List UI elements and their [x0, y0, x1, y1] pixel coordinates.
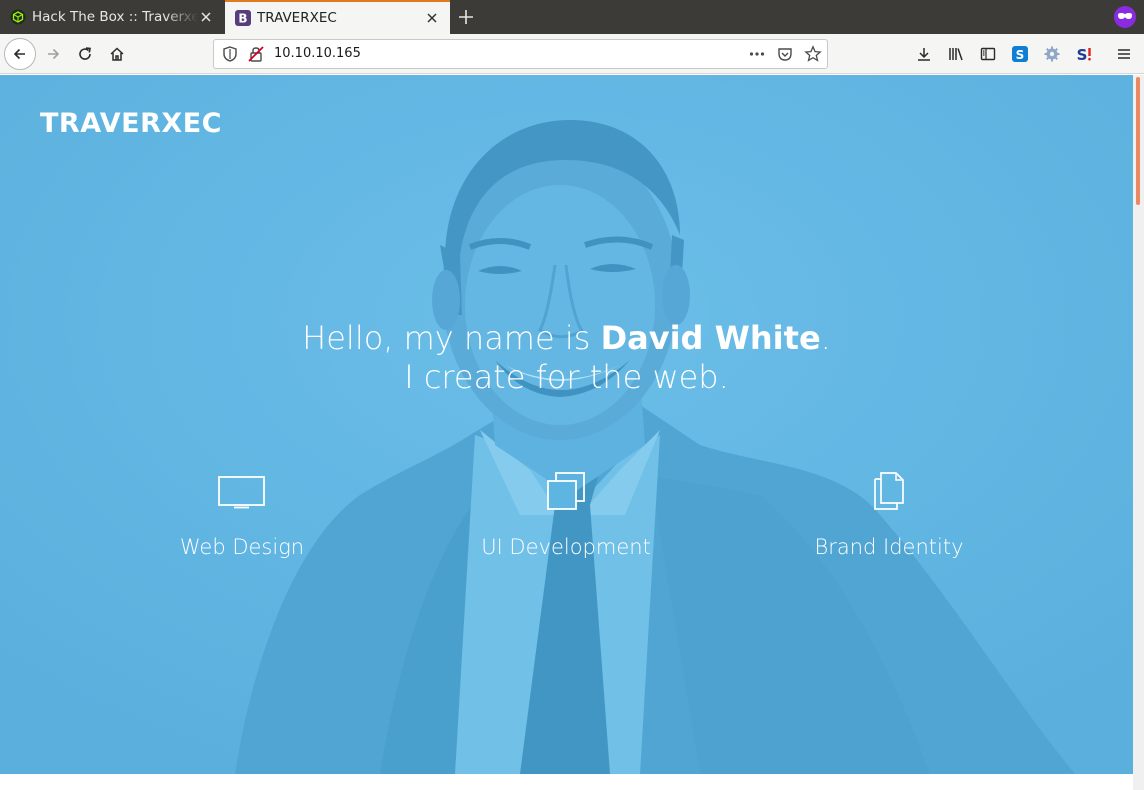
hero-section: TRAVERXEC Hello, my name is David White.… [0, 75, 1133, 774]
scrollbar-thumb[interactable] [1136, 77, 1140, 205]
svg-text:S: S [1016, 48, 1025, 62]
greeting-prefix: Hello, my name is [302, 319, 601, 357]
private-browsing-icon [1114, 6, 1136, 28]
close-icon[interactable] [424, 10, 440, 26]
tagline: I create for the web. [404, 358, 729, 396]
bootstrap-b-icon: B [235, 10, 251, 26]
home-icon [110, 47, 124, 61]
hero-portrait-image [0, 75, 1133, 774]
new-tab-icon[interactable] [456, 7, 476, 27]
tab-title: Hack The Box :: Traverxec [32, 9, 198, 25]
back-button[interactable] [4, 38, 36, 70]
site-brand-logo[interactable]: TRAVERXEC [40, 108, 222, 139]
reload-icon [79, 47, 91, 60]
address-bar[interactable]: 10.10.10.165 [213, 39, 828, 69]
service-ui-development: UI Development [436, 471, 696, 559]
library-icon [949, 48, 963, 61]
extension-s-button[interactable]: S [1070, 40, 1098, 68]
sidebar-button[interactable] [974, 40, 1002, 68]
forward-button[interactable] [39, 40, 67, 68]
skype-icon: S [1012, 46, 1028, 62]
svg-text:S: S [1077, 46, 1088, 63]
htb-cube-icon [10, 9, 26, 25]
layers-icon [547, 472, 585, 510]
forward-arrow-icon [48, 48, 60, 60]
hero-headline: Hello, my name is David White. I create … [0, 319, 1133, 397]
close-icon[interactable] [198, 9, 214, 25]
tab-hackthebox[interactable]: Hack The Box :: Traverxec [0, 0, 224, 34]
tab-strip: Hack The Box :: Traverxec B TRAVERXEC [0, 0, 1144, 34]
extension-gear-button[interactable] [1038, 40, 1066, 68]
service-label: Brand Identity [814, 535, 964, 559]
gear-icon [1044, 46, 1060, 62]
tab-title: TRAVERXEC [257, 10, 337, 26]
person-name: David White [600, 319, 821, 357]
svg-text:B: B [238, 12, 247, 26]
documents-icon [874, 472, 904, 510]
service-label: Web Design [179, 535, 305, 559]
s-exclaim-icon: S [1077, 46, 1091, 63]
service-web-design: Web Design [112, 471, 372, 559]
reload-button[interactable] [71, 40, 99, 68]
page-scrollbar[interactable] [1133, 75, 1144, 790]
greeting-line: Hello, my name is David White. [0, 319, 1133, 358]
bookmark-star-icon[interactable] [804, 45, 822, 63]
service-label: UI Development [481, 535, 651, 559]
download-icon [918, 48, 930, 61]
skype-extension-button[interactable]: S [1006, 40, 1034, 68]
service-brand-identity: Brand Identity [759, 471, 1019, 559]
hamburger-icon [1118, 49, 1130, 59]
monitor-icon [218, 476, 265, 509]
library-button[interactable] [942, 40, 970, 68]
page-actions-icon[interactable] [748, 45, 766, 63]
pocket-icon[interactable] [776, 45, 794, 63]
greeting-suffix: . [820, 319, 831, 357]
navigation-toolbar: 10.10.10.165 S S [0, 34, 1144, 74]
sidebar-icon [980, 47, 996, 61]
tab-traverxec[interactable]: B TRAVERXEC [225, 0, 450, 34]
page-viewport: TRAVERXEC Hello, my name is David White.… [0, 75, 1144, 790]
back-arrow-icon [13, 48, 25, 60]
shield-icon[interactable] [221, 45, 239, 63]
home-button[interactable] [103, 40, 131, 68]
url-text[interactable]: 10.10.10.165 [274, 46, 361, 61]
menu-button[interactable] [1110, 40, 1138, 68]
insecure-lock-icon[interactable] [247, 45, 265, 63]
downloads-button[interactable] [910, 40, 938, 68]
